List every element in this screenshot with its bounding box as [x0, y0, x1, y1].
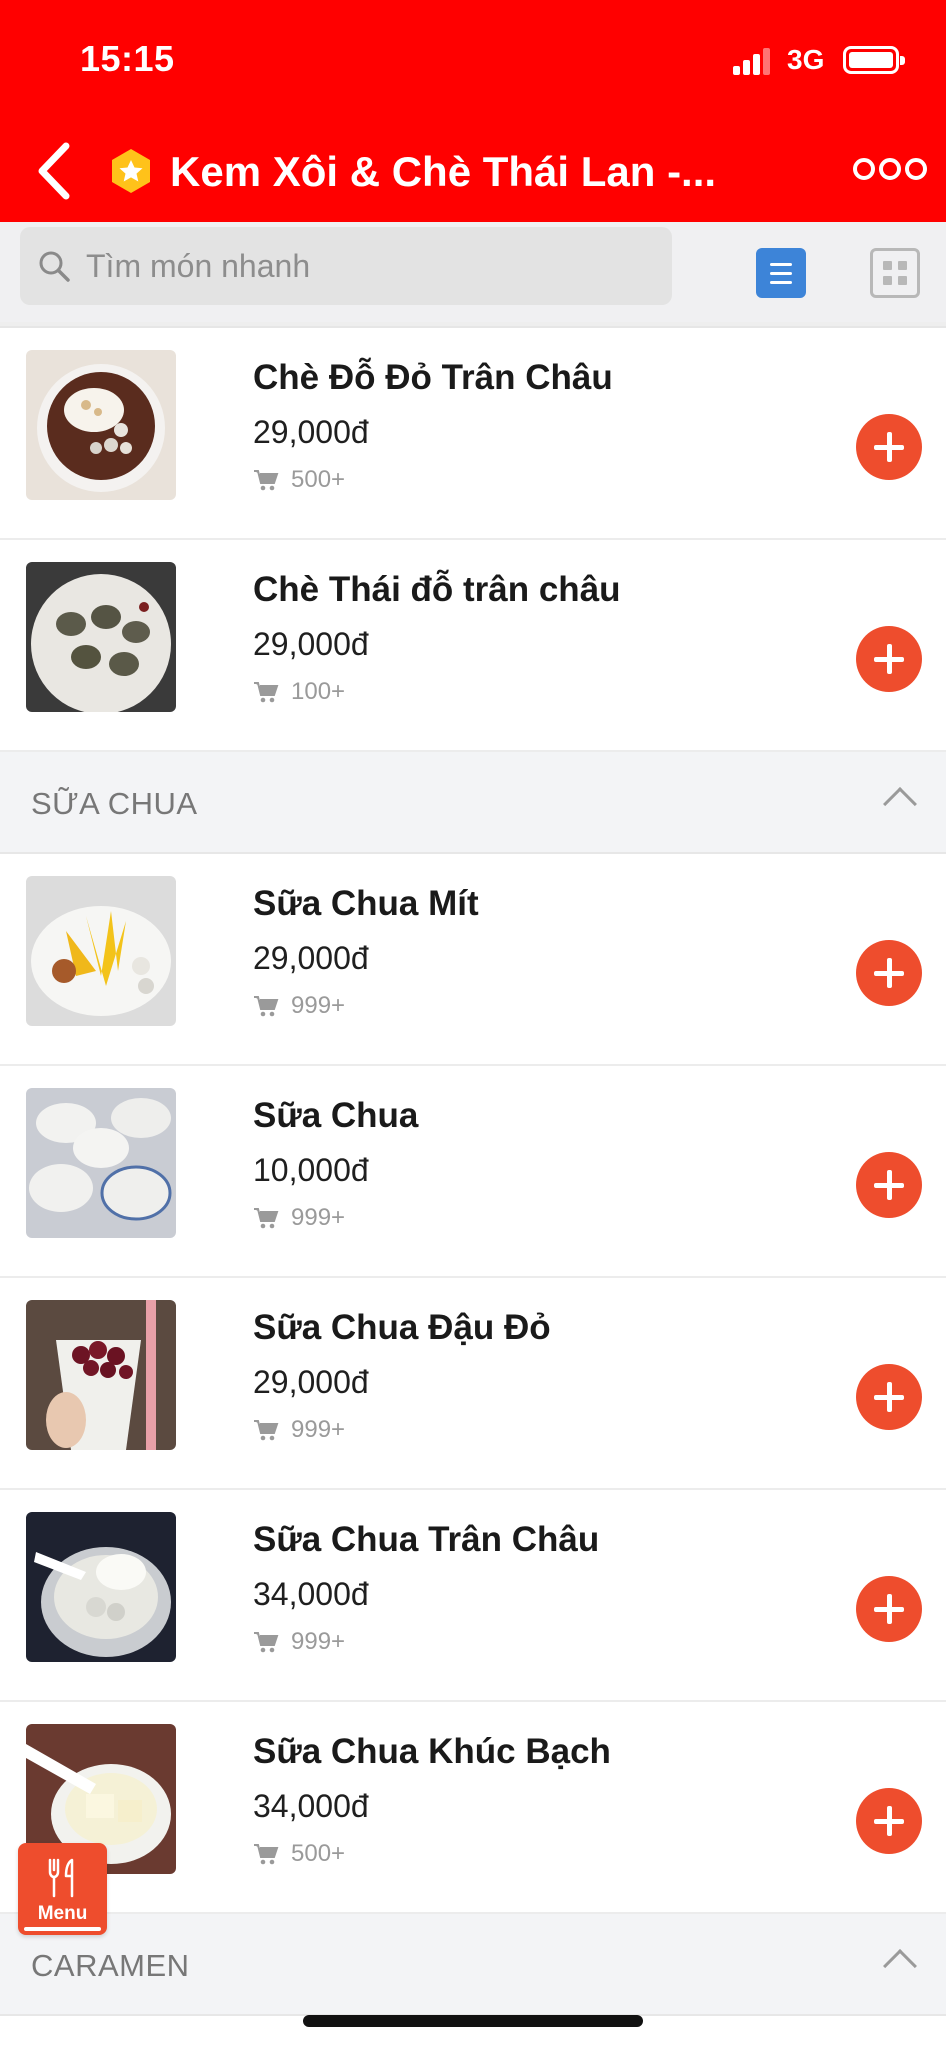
item-price: 34,000đ — [253, 1788, 369, 1824]
item-sold-count: 999+ — [253, 1416, 345, 1444]
search-toolbar: Tìm món nhanh — [0, 222, 946, 322]
list-item[interactable]: Chè Đỗ Đỏ Trân Châu 29,000đ 500+ — [0, 328, 946, 540]
add-to-cart-button[interactable] — [856, 1152, 922, 1218]
item-sold-count: 999+ — [253, 992, 345, 1020]
cellular-signal-icon — [733, 47, 775, 75]
item-thumbnail — [26, 562, 176, 712]
status-time: 15:15 — [80, 38, 175, 79]
list-item[interactable]: Sữa Chua Trân Châu 34,000đ 999+ — [0, 1490, 946, 1702]
add-to-cart-button[interactable] — [856, 940, 922, 1006]
item-sold-count: 500+ — [253, 1840, 345, 1868]
item-name: Sữa Chua Đậu Đỏ — [253, 1308, 551, 1347]
search-placeholder: Tìm món nhanh — [86, 247, 311, 284]
list-item[interactable]: Chè Thái đỗ trân châu 29,000đ 100+ — [0, 540, 946, 752]
item-thumbnail — [26, 1088, 176, 1238]
add-to-cart-button[interactable] — [856, 626, 922, 692]
item-price: 10,000đ — [253, 1152, 369, 1188]
item-price: 29,000đ — [253, 626, 369, 662]
list-item[interactable]: Sữa Chua Mít 29,000đ 999+ — [0, 854, 946, 1066]
item-name: Sữa Chua Mít — [253, 884, 479, 923]
item-sold-count: 500+ — [253, 466, 345, 494]
add-to-cart-button[interactable] — [856, 1788, 922, 1854]
section-title: CARAMEN — [31, 1948, 190, 1983]
fork-knife-icon — [48, 1858, 73, 1898]
item-name: Chè Đỗ Đỏ Trân Châu — [253, 358, 613, 397]
item-price: 29,000đ — [253, 414, 369, 450]
add-to-cart-button[interactable] — [856, 1576, 922, 1642]
item-thumbnail — [26, 350, 176, 500]
item-sold-count: 100+ — [253, 678, 345, 706]
battery-icon — [843, 46, 905, 74]
shop-title: Kem Xôi & Chè Thái Lan -... — [170, 148, 717, 195]
add-to-cart-button[interactable] — [856, 414, 922, 480]
list-item[interactable]: Sữa Chua Đậu Đỏ 29,000đ 999+ — [0, 1278, 946, 1490]
item-name: Chè Thái đỗ trân châu — [253, 570, 621, 609]
chevron-up-icon[interactable] — [883, 1949, 917, 1983]
search-input[interactable]: Tìm món nhanh — [20, 227, 672, 305]
home-indicator[interactable] — [303, 2015, 643, 2027]
menu-button[interactable]: Menu — [18, 1843, 107, 1935]
item-price: 29,000đ — [253, 940, 369, 976]
list-item[interactable]: Sữa Chua 10,000đ 999+ — [0, 1066, 946, 1278]
cart-icon — [254, 682, 279, 703]
cart-icon — [254, 1420, 279, 1441]
item-sold-count: 999+ — [253, 1628, 345, 1656]
cart-icon — [254, 1208, 279, 1229]
item-sold-count: 999+ — [253, 1204, 345, 1232]
cart-icon — [254, 1844, 279, 1865]
cart-icon — [254, 470, 279, 491]
add-to-cart-button[interactable] — [856, 1364, 922, 1430]
section-header-sua-chua[interactable]: SỮA CHUA — [0, 752, 946, 854]
item-name: Sữa Chua Trân Châu — [253, 1520, 600, 1559]
search-icon — [39, 251, 70, 282]
list-view-button[interactable] — [756, 248, 806, 298]
list-item[interactable]: Sữa Chua Khúc Bạch 34,000đ 500+ — [0, 1702, 946, 1914]
cart-icon — [254, 1632, 279, 1653]
item-thumbnail — [26, 1512, 176, 1662]
back-arrow-icon[interactable] — [30, 136, 80, 206]
network-type: 3G — [787, 44, 825, 75]
chevron-up-icon[interactable] — [883, 787, 917, 821]
item-thumbnail — [26, 876, 176, 1026]
section-header-caramen[interactable]: CARAMEN — [0, 1914, 946, 2016]
section-title: SỮA CHUA — [31, 786, 198, 821]
more-options-icon[interactable] — [853, 158, 927, 180]
grid-view-button[interactable] — [870, 248, 920, 298]
item-name: Sữa Chua Khúc Bạch — [253, 1732, 611, 1771]
item-price: 29,000đ — [253, 1364, 369, 1400]
preferred-badge-icon — [112, 149, 150, 193]
item-price: 34,000đ — [253, 1576, 369, 1612]
cart-icon — [254, 996, 279, 1017]
menu-label: Menu — [37, 1903, 88, 1924]
app-header: 15:15 3G Kem Xôi & Chè Thái Lan -... — [0, 0, 946, 222]
item-thumbnail — [26, 1300, 176, 1450]
menu-list: Chè Đỗ Đỏ Trân Châu 29,000đ 500+ Chè Thá… — [0, 322, 946, 2016]
item-name: Sữa Chua — [253, 1096, 419, 1135]
